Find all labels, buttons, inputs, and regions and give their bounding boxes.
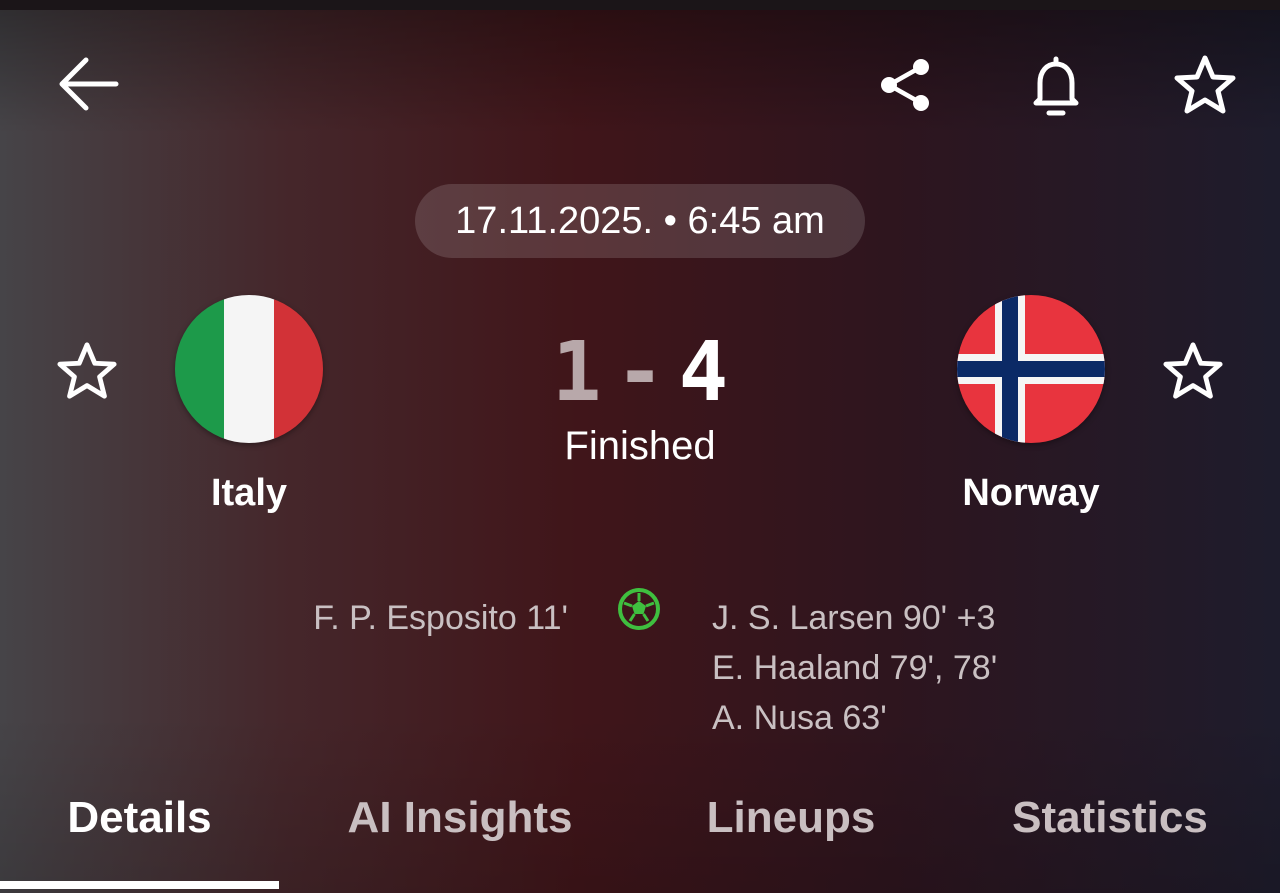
score-separator: - [615,324,665,420]
italy-flag[interactable] [175,295,323,443]
home-scorer: F. P. Esposito 11' [313,599,568,637]
away-scorer: J. S. Larsen 90' +3 [712,599,996,637]
scoreline: 1 - 4 [540,322,740,422]
tab-lineups[interactable]: Lineups [680,780,902,855]
arrow-left-icon [59,57,119,111]
away-scorer: E. Haaland 79', 78' [712,649,998,687]
soccer-ball-icon [618,588,660,630]
tab-statistics[interactable]: Statistics [985,780,1235,855]
favorite-away-team-button[interactable] [1160,338,1226,404]
match-status: Finished [564,424,716,468]
star-outline-icon [57,342,117,399]
star-outline-icon [1163,342,1223,399]
notifications-button[interactable] [1024,50,1088,120]
back-button[interactable] [48,50,126,118]
home-team-name[interactable]: Italy [149,472,349,515]
favorite-match-button[interactable] [1170,50,1240,120]
match-datetime: 17.11.2025. • 6:45 am [415,184,865,258]
favorite-home-team-button[interactable] [54,338,120,404]
active-tab-indicator [0,881,279,889]
goal-indicator [616,586,662,632]
share-icon [881,59,929,111]
share-button[interactable] [872,52,938,118]
status-bar-strip [0,0,1280,10]
away-goal-scorers: J. S. Larsen 90' +3 E. Haaland 79', 78' … [712,593,997,743]
bell-icon [1033,56,1079,116]
star-outline-icon [1174,55,1236,114]
match-tabs: Details AI Insights Lineups Statistics [0,780,1280,893]
tab-details[interactable]: Details [0,780,279,855]
away-team-name[interactable]: Norway [931,472,1131,515]
away-score: 4 [678,324,729,420]
home-goal-scorers: F. P. Esposito 11' [313,593,568,643]
norway-flag[interactable] [957,295,1105,443]
home-score: 1 [551,324,602,420]
away-scorer: A. Nusa 63' [712,699,887,737]
tab-ai-insights[interactable]: AI Insights [320,780,600,855]
